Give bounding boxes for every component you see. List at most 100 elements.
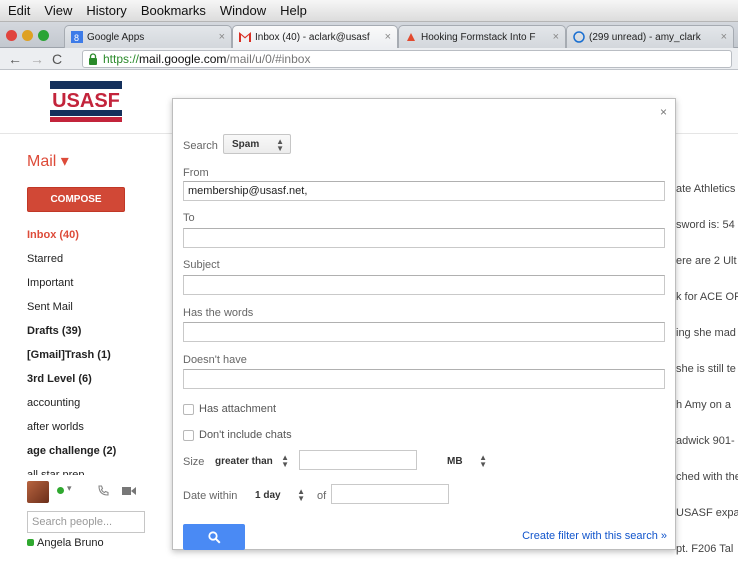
nav-item-after-worlds[interactable]: after worlds [27,415,167,439]
close-window-icon[interactable] [6,30,17,41]
nav-item-accounting[interactable]: accounting [27,391,167,415]
tab-close-icon[interactable]: × [717,31,727,43]
to-field[interactable] [183,228,665,248]
nav-item-all-star-prep[interactable]: all star prep [27,463,167,475]
back-arrow-icon[interactable]: ← [8,51,22,67]
tab-yahoo[interactable]: (299 unread) - amy_clark × [566,25,734,48]
tab-inbox[interactable]: Inbox (40) - aclark@usasf × [232,25,398,48]
message-snippets: ate Athletics sword is: 54 ere are 2 Ult… [676,179,738,575]
video-available-icon [27,539,34,546]
list-item[interactable]: k for ACE OF [676,287,738,323]
date-within-label: Date within [183,490,238,502]
menu-bookmarks[interactable]: Bookmarks [141,3,206,18]
nav-item-important[interactable]: Important [27,271,167,295]
menu-history[interactable]: History [86,3,126,18]
subject-field[interactable] [183,275,665,295]
list-item[interactable]: sword is: 54 [676,215,738,251]
no-chats-checkbox[interactable] [183,430,194,441]
tab-google-apps[interactable]: 8 Google Apps × [64,25,232,48]
contact-item[interactable]: Angela Bruno [27,537,104,549]
has-words-label: Has the words [183,307,254,319]
to-label: To [183,212,195,224]
search-scope-label: Search [183,140,218,152]
address-bar[interactable]: https:// mail.google.com /mail/u/0/#inbo… [82,50,732,68]
of-label: of [317,490,327,502]
search-submit-button[interactable] [183,524,245,550]
date-within-value: 1 day [255,489,281,501]
close-icon[interactable]: × [660,105,667,119]
list-item[interactable]: ate Athletics [676,179,738,215]
phone-icon[interactable] [97,484,110,497]
usasf-logo[interactable]: USASF [50,79,122,123]
has-attachment-checkbox[interactable] [183,404,194,415]
size-value-input[interactable] [299,450,417,470]
compose-button[interactable]: COMPOSE [27,187,125,212]
date-input[interactable] [331,484,449,504]
video-camera-icon[interactable] [122,486,136,496]
create-filter-link[interactable]: Create filter with this search » [522,530,667,542]
tab-label: Inbox (40) - aclark@usasf [255,31,370,43]
search-scope-select[interactable]: Spam ▲ ▼ [223,134,291,154]
nav-item-starred[interactable]: Starred [27,247,167,271]
menu-window[interactable]: Window [220,3,266,18]
yahoo-icon [573,31,585,43]
chevron-down-icon[interactable]: ▾ [67,483,72,494]
nav-item-sent-mail[interactable]: Sent Mail [27,295,167,319]
zoom-window-icon[interactable] [38,30,49,41]
doesnt-have-field[interactable] [183,369,665,389]
reload-icon[interactable]: C [52,51,62,67]
select-arrows-icon: ▲ ▼ [479,453,487,469]
forward-arrow-icon[interactable]: → [30,51,44,67]
select-arrows-icon: ▲ ▼ [276,137,284,153]
minimize-window-icon[interactable] [22,30,33,41]
menu-view[interactable]: View [44,3,72,18]
from-field[interactable]: membership@usasf.net, [183,181,665,201]
search-icon [207,530,221,544]
doesnt-have-label: Doesn't have [183,354,247,366]
url-path: /mail/u/0/#inbox [226,52,311,66]
select-arrows-icon: ▲ ▼ [281,453,289,469]
svg-text:USASF: USASF [52,90,120,112]
from-label: From [183,167,209,179]
nav-item-age-challenge[interactable]: age challenge (2) [27,439,167,463]
browser-tab-strip: 8 Google Apps × Inbox (40) - aclark@usas… [0,22,738,48]
nav-item-3rd-level[interactable]: 3rd Level (6) [27,367,167,391]
search-scope-value: Spam [232,138,260,150]
list-item[interactable]: ing she mad [676,323,738,359]
tab-close-icon[interactable]: × [549,31,559,43]
lock-icon [89,53,97,65]
date-within-select[interactable]: 1 day ▲ ▼ [247,485,311,505]
list-item[interactable]: pt. F206 Tal [676,539,738,575]
size-unit-value: MB [447,455,463,467]
menu-edit[interactable]: Edit [8,3,30,18]
list-item[interactable]: she is still te [676,359,738,395]
nav-item-trash[interactable]: [Gmail]Trash (1) [27,343,167,367]
list-item[interactable]: h Amy on a [676,395,738,431]
tab-label: Google Apps [87,31,145,43]
list-item[interactable]: ere are 2 Ult [676,251,738,287]
list-item[interactable]: USASF expan [676,503,738,539]
size-operator-value: greater than [215,455,273,467]
size-unit-select[interactable]: MB ▲ ▼ [423,451,493,471]
tab-label: Hooking Formstack Into F [421,31,536,43]
mac-menubar: Edit View History Bookmarks Window Help [0,0,738,22]
has-attachment-label: Has attachment [199,403,277,415]
list-item[interactable]: adwick 901- [676,431,738,467]
browser-toolbar: ← → C https:// mail.google.com /mail/u/0… [0,48,738,70]
no-chats-label: Don't include chats [199,429,292,441]
nav-item-drafts[interactable]: Drafts (39) [27,319,167,343]
search-people-input[interactable]: Search people... [27,511,145,533]
list-item[interactable]: ched with the [676,467,738,503]
url-scheme: https:// [103,52,140,66]
mail-menu-label[interactable]: Mail ▾ [27,151,69,171]
tab-close-icon[interactable]: × [381,31,391,43]
tab-formstack[interactable]: Hooking Formstack Into F × [398,25,566,48]
menu-help[interactable]: Help [280,3,307,18]
has-words-field[interactable] [183,322,665,342]
nav-item-inbox[interactable]: Inbox (40) [27,223,167,247]
size-operator-select[interactable]: greater than ▲ ▼ [207,451,295,471]
gmail-icon [239,31,251,43]
online-status-icon[interactable] [57,487,64,494]
avatar[interactable] [27,481,49,503]
tab-close-icon[interactable]: × [215,31,225,43]
